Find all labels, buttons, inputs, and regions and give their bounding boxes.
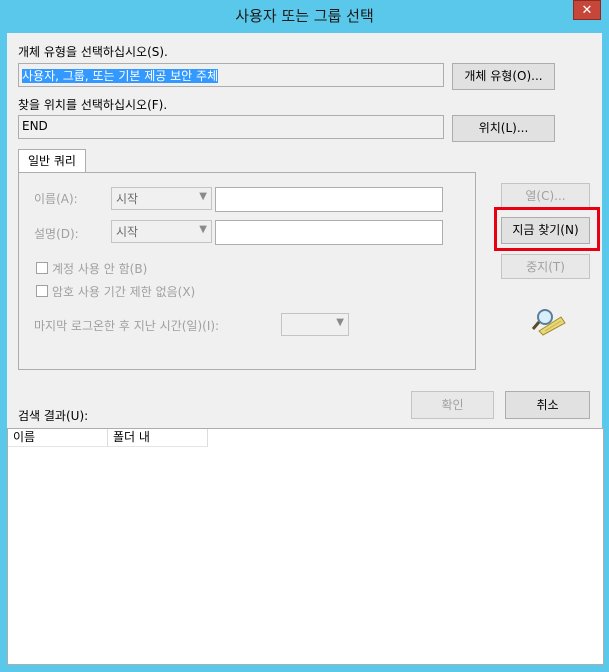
column-header-folder[interactable]: 폴더 내 bbox=[108, 429, 208, 447]
description-input[interactable] bbox=[215, 220, 443, 245]
ok-button[interactable]: 확인 bbox=[411, 391, 494, 419]
close-button[interactable]: ✕ bbox=[573, 0, 601, 20]
chevron-down-icon: ▼ bbox=[336, 317, 344, 328]
non-expiring-password-checkbox[interactable] bbox=[36, 285, 48, 297]
find-now-button[interactable]: 지금 찾기(N) bbox=[501, 217, 590, 244]
dialog-window: 사용자 또는 그룹 선택 ✕ 개체 유형을 선택하십시오(S). 사용자, 그룹… bbox=[0, 0, 609, 672]
dialog-body: 개체 유형을 선택하십시오(S). 사용자, 그룹, 또는 기본 제공 보안 주… bbox=[7, 33, 604, 665]
description-mode-value: 시작 bbox=[116, 225, 139, 239]
chevron-down-icon: ▼ bbox=[199, 224, 207, 235]
last-logon-select[interactable]: ▼ bbox=[281, 313, 349, 336]
search-results-label: 검색 결과(U): bbox=[18, 409, 89, 423]
name-input[interactable] bbox=[215, 187, 443, 212]
chevron-down-icon: ▼ bbox=[199, 191, 207, 202]
search-results-list[interactable]: 이름 폴더 내 bbox=[7, 428, 604, 665]
object-types-button[interactable]: 개체 유형(O)... bbox=[452, 63, 555, 90]
column-header-name[interactable]: 이름 bbox=[8, 429, 108, 447]
search-icon bbox=[531, 307, 567, 337]
locations-button[interactable]: 위치(L)... bbox=[452, 115, 555, 142]
name-label: 이름(A): bbox=[34, 192, 78, 206]
description-label: 설명(D): bbox=[34, 227, 79, 241]
title-bar[interactable]: 사용자 또는 그룹 선택 ✕ bbox=[0, 0, 609, 33]
columns-button[interactable]: 열(C)... bbox=[501, 183, 590, 208]
object-type-label: 개체 유형을 선택하십시오(S). bbox=[18, 45, 168, 59]
stop-button[interactable]: 중지(T) bbox=[501, 254, 590, 279]
disabled-accounts-label: 계정 사용 안 함(B) bbox=[52, 262, 148, 276]
name-mode-value: 시작 bbox=[116, 192, 139, 206]
cancel-button[interactable]: 취소 bbox=[505, 391, 590, 419]
window-title: 사용자 또는 그룹 선택 bbox=[235, 7, 374, 25]
tab-general-queries[interactable]: 일반 쿼리 bbox=[18, 149, 86, 173]
object-type-field[interactable]: 사용자, 그룹, 또는 기본 제공 보안 주체 bbox=[18, 63, 444, 87]
general-queries-pane: 이름(A): 시작 ▼ 설명(D): 시작 ▼ 계정 사용 안 함(B) 암호 … bbox=[18, 172, 476, 370]
disabled-accounts-checkbox[interactable] bbox=[36, 262, 48, 274]
location-field[interactable]: END bbox=[18, 115, 444, 139]
location-label: 찾을 위치를 선택하십시오(F). bbox=[18, 98, 168, 112]
last-logon-label: 마지막 로그온한 후 지난 시간(일)(I): bbox=[34, 319, 220, 333]
description-mode-select[interactable]: 시작 ▼ bbox=[111, 220, 212, 243]
non-expiring-password-label: 암호 사용 기간 제한 없음(X) bbox=[52, 285, 196, 299]
object-type-value: 사용자, 그룹, 또는 기본 제공 보안 주체 bbox=[22, 69, 219, 83]
name-mode-select[interactable]: 시작 ▼ bbox=[111, 187, 212, 210]
